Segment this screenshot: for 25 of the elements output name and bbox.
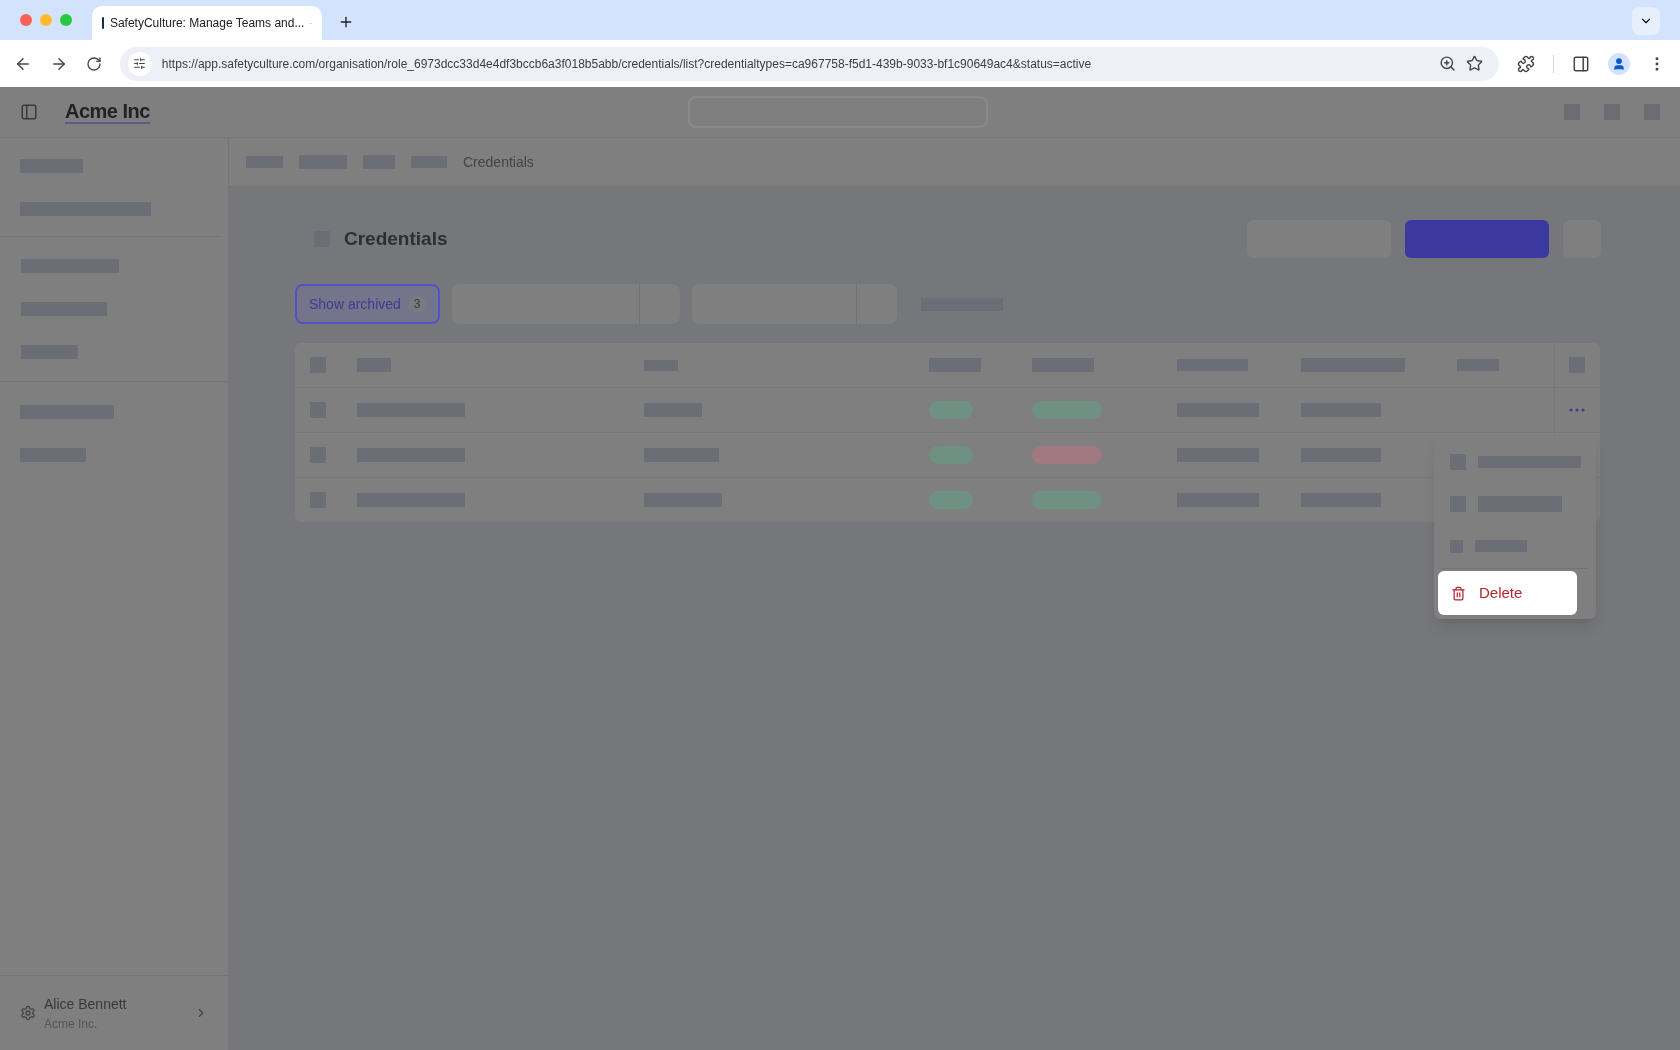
profile-icon[interactable]: [1608, 52, 1631, 75]
breadcrumb-current: Credentials: [463, 152, 534, 172]
logo: Acme Inc: [65, 100, 150, 124]
sidebar-toggle-icon[interactable]: [20, 103, 38, 121]
close-window-icon[interactable]: [20, 14, 32, 26]
reload-icon[interactable]: [85, 55, 102, 72]
count-badge: 3: [408, 295, 426, 313]
side-panel-icon[interactable]: [1572, 54, 1591, 73]
delete-menu-item[interactable]: Delete: [1438, 571, 1577, 615]
maximize-window-icon[interactable]: [60, 14, 72, 26]
browser-tab[interactable]: SafetyCulture: Manage Teams and...: [92, 6, 322, 40]
tab-title: SafetyCulture: Manage Teams and...: [109, 15, 305, 32]
more-icon[interactable]: [1569, 408, 1586, 412]
page-title: Credentials: [344, 226, 448, 251]
new-tab-icon[interactable]: [338, 14, 354, 30]
site-settings-icon[interactable]: [127, 51, 152, 76]
address-bar[interactable]: https://app.safetyculture.com/organisation/role_6973dcc33d4e4df3bccb6a3f018b5abb/credentials/list?credentialtypes=ca967758-f5d1-439b-9033-bf1c90649ac4&status=active: [119, 46, 1500, 81]
tab-list-button[interactable]: [1632, 7, 1660, 35]
settings-icon[interactable]: [20, 1005, 36, 1021]
minimize-window-icon[interactable]: [40, 14, 52, 26]
trash-icon: [1451, 585, 1466, 601]
bookmark-icon[interactable]: [1466, 55, 1484, 72]
zoom-icon[interactable]: [1439, 55, 1457, 72]
url-text: https://app.safetyculture.com/organisation/role_6973dcc33d4e4df3bccb6a3f018b5abb/credentials/list?credentialtypes=ca967758-f5d1-439b-9033-bf1c90649ac4&status=active: [161, 55, 1093, 73]
extensions-icon[interactable]: [1517, 54, 1536, 73]
